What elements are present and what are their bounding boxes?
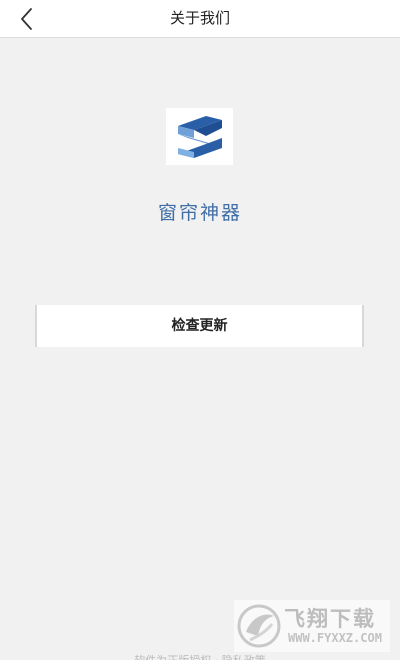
footer-text: 软件为正版授权 · 隐私政策 [0, 652, 400, 660]
watermark-text: 飞翔下载 [284, 607, 376, 631]
app-logo [166, 108, 233, 165]
page-title: 关于我们 [169, 9, 230, 27]
watermark-url: WWW.FYXXZ.COM [288, 631, 382, 645]
watermark-logo-icon [237, 604, 281, 648]
check-update-button[interactable]: 检查更新 [35, 305, 364, 347]
header-bar: 关于我们 [0, 0, 400, 38]
s-logo-icon [178, 116, 222, 158]
watermark: 飞翔下载 WWW.FYXXZ.COM [234, 600, 390, 652]
app-name: 窗帘神器 [157, 202, 242, 224]
